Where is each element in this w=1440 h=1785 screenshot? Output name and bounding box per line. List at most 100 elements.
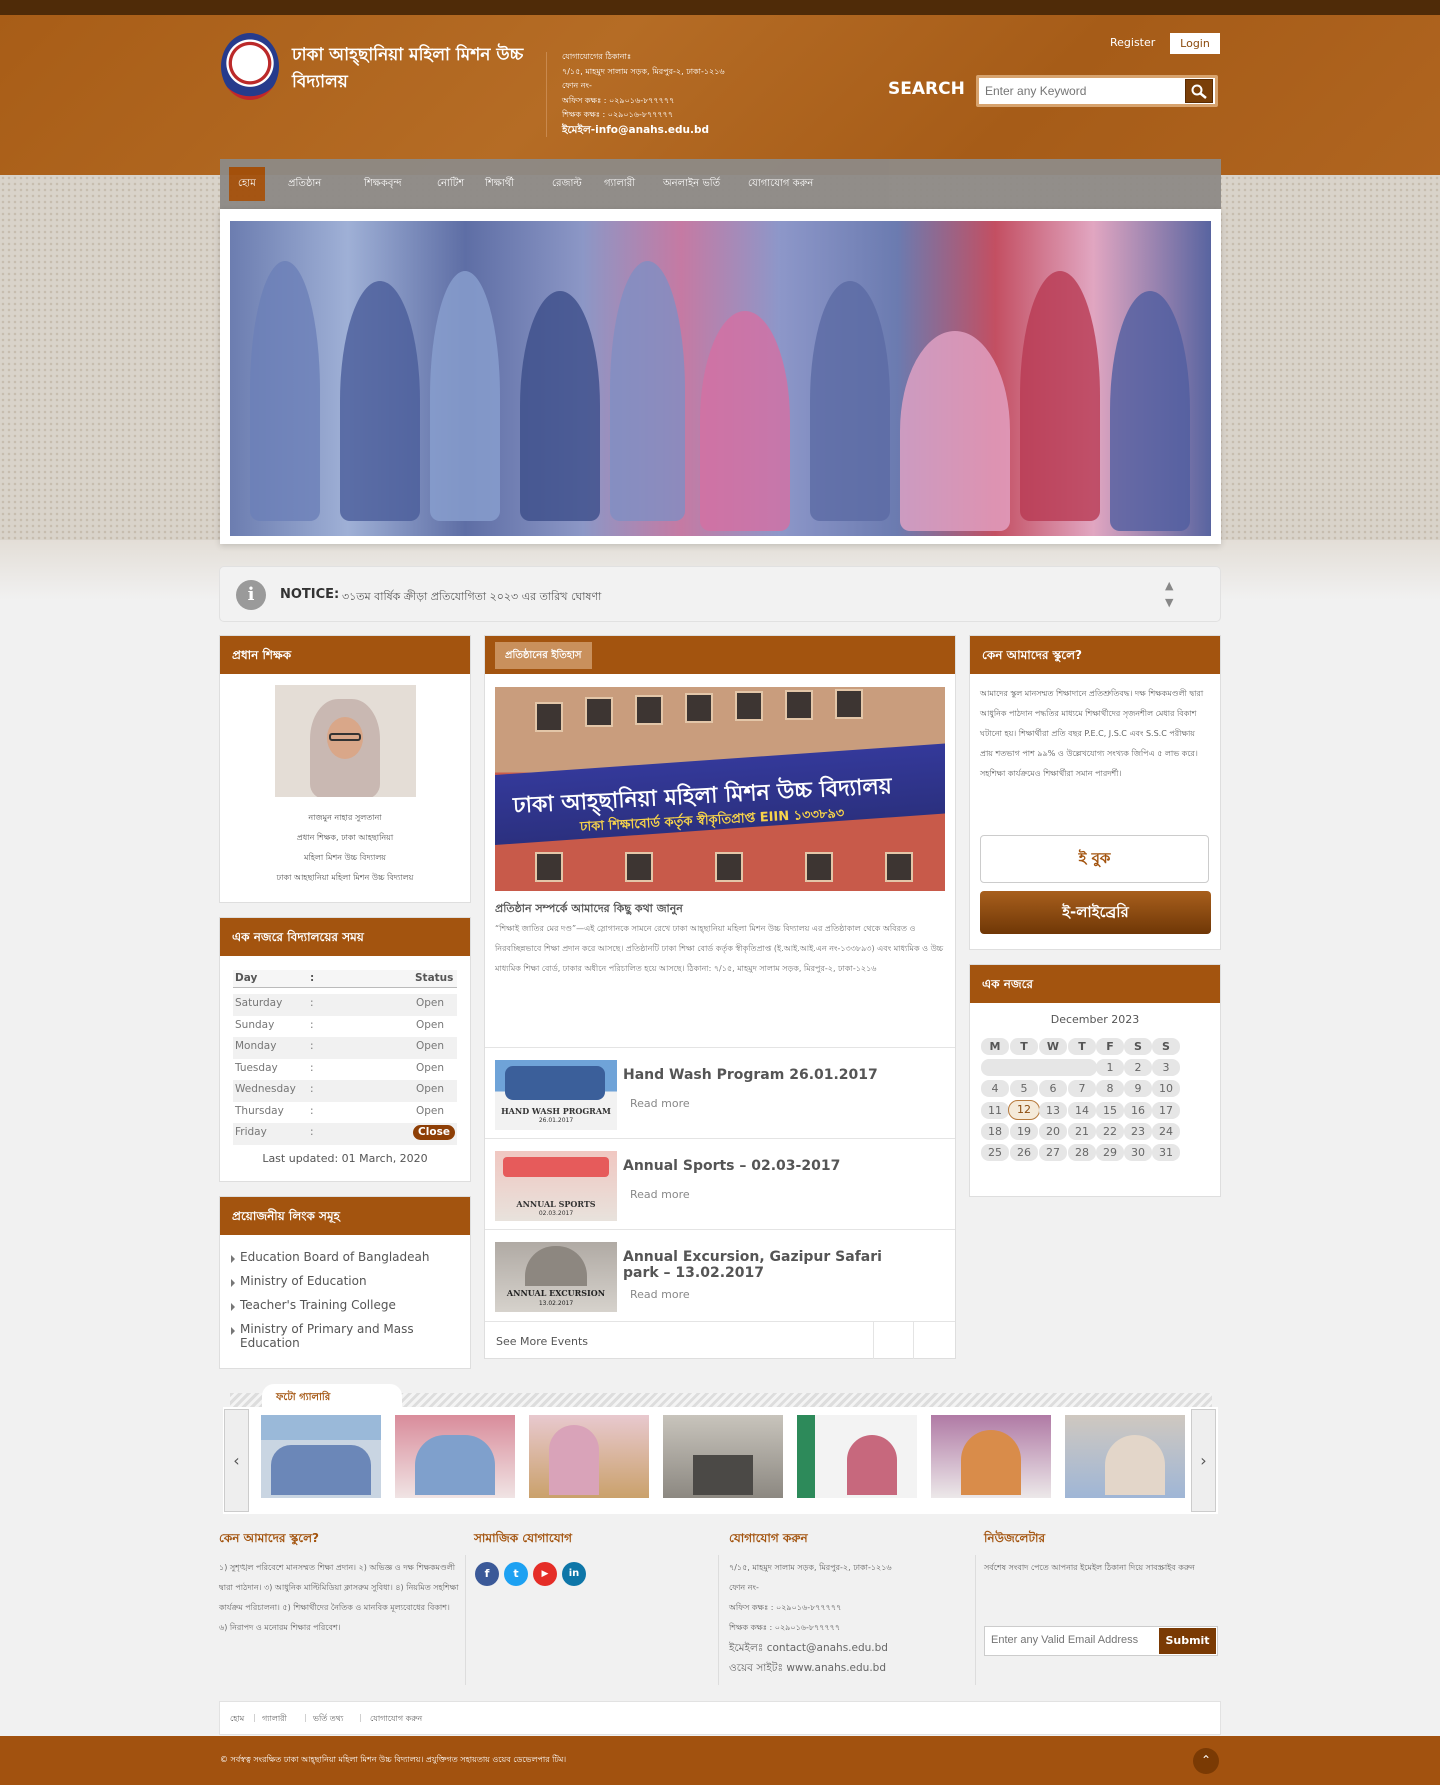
sep: : bbox=[310, 1104, 314, 1117]
calendar-day[interactable]: 22 bbox=[1096, 1122, 1124, 1140]
twitter-icon[interactable]: t bbox=[504, 1562, 528, 1586]
gallery-prev-button[interactable]: ‹ bbox=[224, 1409, 249, 1512]
link-ministry-primary[interactable]: Ministry of Primary and Mass Education bbox=[220, 1322, 470, 1350]
calendar-day[interactable]: 3 bbox=[1152, 1059, 1180, 1076]
gallery-image[interactable] bbox=[395, 1415, 515, 1498]
calendar-day[interactable]: 24 bbox=[1152, 1122, 1180, 1140]
footer-link-contact[interactable]: যোগাযোগ করুন bbox=[370, 1713, 422, 1726]
event-title[interactable]: Annual Excursion, Gazipur Safari park – … bbox=[623, 1249, 913, 1281]
link-ministry-education[interactable]: Ministry of Education bbox=[220, 1274, 470, 1298]
calendar-day[interactable]: 5 bbox=[1010, 1080, 1038, 1098]
youtube-icon[interactable]: ▶ bbox=[533, 1562, 557, 1586]
calendar-day[interactable]: 26 bbox=[1010, 1144, 1038, 1162]
thumb-date: 26.01.2017 bbox=[538, 1117, 574, 1124]
footer-links: হোম | গ্যালারী | ভর্তি তথ্য | যোগাযোগ কর… bbox=[219, 1701, 1221, 1735]
nav-students[interactable]: শিক্ষার্থী bbox=[476, 167, 523, 201]
calendar-day[interactable]: 9 bbox=[1124, 1080, 1152, 1098]
calendar-day[interactable]: 1 bbox=[1096, 1059, 1124, 1076]
calendar-day[interactable]: 10 bbox=[1152, 1080, 1180, 1098]
gallery-next-button[interactable]: › bbox=[1191, 1409, 1216, 1512]
gallery-image[interactable] bbox=[797, 1415, 917, 1498]
search-box bbox=[976, 75, 1218, 107]
nav-notice[interactable]: নোটিশ bbox=[428, 167, 473, 201]
calendar-day[interactable]: 28 bbox=[1068, 1144, 1096, 1162]
school-name[interactable]: ঢাকা আহ্ছানিয়া মহিলা মিশন উচ্চ বিদ্যালয… bbox=[292, 42, 527, 96]
calendar-day[interactable]: 30 bbox=[1124, 1144, 1152, 1162]
calendar-day[interactable]: 20 bbox=[1039, 1122, 1067, 1140]
event-item[interactable]: HAND WASH PROGRAM 26.01.2017 Hand Wash P… bbox=[485, 1047, 955, 1137]
status: Open bbox=[415, 1018, 445, 1031]
calendar-day[interactable]: 13 bbox=[1039, 1101, 1067, 1119]
calendar-today[interactable]: 12 bbox=[1008, 1099, 1040, 1120]
calendar-weekday: S bbox=[1124, 1038, 1152, 1055]
search-button[interactable] bbox=[1185, 79, 1213, 103]
nav-institution[interactable]: প্রতিষ্ঠান bbox=[279, 167, 330, 201]
calendar-day[interactable]: 15 bbox=[1096, 1101, 1124, 1119]
link-teachers-training[interactable]: Teacher's Training College bbox=[220, 1298, 470, 1322]
calendar-day[interactable]: 16 bbox=[1124, 1101, 1152, 1119]
nav-home[interactable]: হোম bbox=[229, 167, 265, 201]
login-button[interactable]: Login bbox=[1170, 33, 1220, 54]
header-contact: যোগাযোগের ঠিকানাঃ ৭/১৫, মাহমুদ সালাম সড়… bbox=[562, 50, 725, 137]
read-more-link[interactable]: Read more bbox=[630, 1288, 690, 1301]
calendar-day[interactable]: 8 bbox=[1096, 1080, 1124, 1098]
event-title[interactable]: Hand Wash Program 26.01.2017 bbox=[623, 1067, 913, 1083]
footer-link-home[interactable]: হোম bbox=[230, 1713, 244, 1726]
gallery-image[interactable] bbox=[261, 1415, 381, 1498]
scroll-top-icon[interactable]: ⌃ bbox=[1193, 1748, 1219, 1774]
calendar-day[interactable]: 27 bbox=[1039, 1144, 1067, 1162]
facebook-icon[interactable]: f bbox=[475, 1562, 499, 1586]
gallery-image[interactable] bbox=[1065, 1415, 1185, 1498]
calendar-day[interactable]: 29 bbox=[1096, 1144, 1124, 1162]
nav-results[interactable]: রেজাল্ট bbox=[543, 167, 591, 201]
head-teacher-box: প্রধান শিক্ষক নাজমুন নাহার সুলতানা প্রধা… bbox=[219, 635, 471, 903]
calendar-day[interactable]: 14 bbox=[1068, 1101, 1096, 1119]
event-title[interactable]: Annual Sports – 02.03-2017 bbox=[623, 1158, 913, 1174]
search-input[interactable] bbox=[985, 82, 1175, 100]
footer-divider bbox=[975, 1555, 976, 1685]
register-link[interactable]: Register bbox=[1110, 36, 1155, 49]
calendar-day[interactable]: 23 bbox=[1124, 1122, 1152, 1140]
nav-online-admission[interactable]: অনলাইন ভর্তি bbox=[654, 167, 729, 201]
thumb-label: HAND WASH PROGRAM bbox=[501, 1106, 611, 1116]
calendar-day[interactable]: 7 bbox=[1068, 1080, 1096, 1098]
calendar-day[interactable]: 2 bbox=[1124, 1059, 1152, 1076]
elibrary-button[interactable]: ই-লাইব্রেরি bbox=[980, 891, 1211, 934]
nav-contact[interactable]: যোগাযোগ করুন bbox=[739, 167, 822, 201]
contact-email[interactable]: ইমেইল-info@anahs.edu.bd bbox=[562, 123, 725, 138]
calendar-day[interactable]: 4 bbox=[981, 1080, 1009, 1098]
nav-gallery[interactable]: গ্যালারী bbox=[595, 167, 644, 201]
school-logo[interactable] bbox=[221, 33, 279, 100]
calendar-day[interactable]: 18 bbox=[981, 1122, 1009, 1140]
footer-link-gallery[interactable]: গ্যালারী bbox=[262, 1713, 287, 1726]
linkedin-icon[interactable]: in bbox=[562, 1562, 586, 1586]
chevron-down-icon[interactable]: ▼ bbox=[1165, 594, 1173, 611]
newsletter-email-input[interactable] bbox=[991, 1634, 1141, 1646]
nav-teachers[interactable]: শিক্ষকবৃন্দ bbox=[355, 167, 410, 201]
ebook-button[interactable]: ই বুক bbox=[980, 835, 1209, 883]
newsletter-submit-button[interactable]: Submit bbox=[1159, 1628, 1216, 1654]
gallery-image[interactable] bbox=[529, 1415, 649, 1498]
footer-contact-email[interactable]: ইমেইলঃ contact@anahs.edu.bd bbox=[729, 1638, 959, 1658]
read-more-link[interactable]: Read more bbox=[630, 1188, 690, 1201]
event-item[interactable]: ANNUAL EXCURSION 13.02.2017 Annual Excur… bbox=[485, 1229, 955, 1319]
calendar-day[interactable]: 11 bbox=[981, 1101, 1009, 1119]
notice-text[interactable]: ৩১তম বার্ষিক ক্রীড়া প্রতিযোগিতা ২০২৩ এর… bbox=[342, 588, 601, 607]
calendar-day[interactable]: 19 bbox=[1010, 1122, 1038, 1140]
link-education-board[interactable]: Education Board of Bangladeah bbox=[220, 1250, 470, 1274]
gallery-image[interactable] bbox=[663, 1415, 783, 1498]
chevron-up-icon[interactable]: ▲ bbox=[1165, 577, 1173, 594]
footer-link-admission[interactable]: ভর্তি তথ্য bbox=[313, 1713, 343, 1726]
calendar-day[interactable]: 6 bbox=[1039, 1080, 1067, 1098]
hero-slider[interactable] bbox=[220, 209, 1221, 544]
history-tag[interactable]: প্রতিষ্ঠানের ইতিহাস bbox=[495, 642, 592, 669]
gallery-image[interactable] bbox=[931, 1415, 1051, 1498]
footer-contact-web[interactable]: ওয়েব সাইটঃ www.anahs.edu.bd bbox=[729, 1658, 959, 1678]
calendar-day[interactable]: 31 bbox=[1152, 1144, 1180, 1162]
calendar-day[interactable]: 21 bbox=[1068, 1122, 1096, 1140]
calendar-day[interactable]: 17 bbox=[1152, 1101, 1180, 1119]
read-more-link[interactable]: Read more bbox=[630, 1097, 690, 1110]
event-item[interactable]: ANNUAL SPORTS 02.03.2017 Annual Sports –… bbox=[485, 1138, 955, 1228]
calendar-day[interactable]: 25 bbox=[981, 1144, 1009, 1162]
see-more-events[interactable]: See More Events bbox=[496, 1335, 588, 1348]
